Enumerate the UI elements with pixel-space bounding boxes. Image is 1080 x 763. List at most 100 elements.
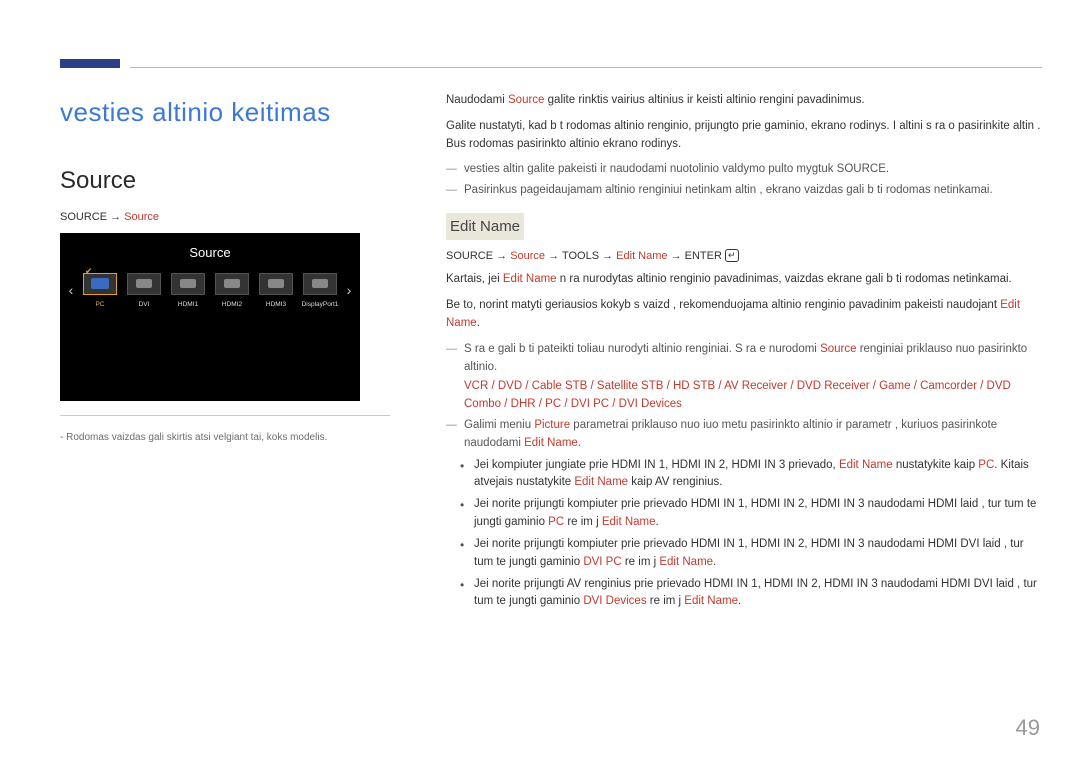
t: DVI Devices bbox=[583, 595, 646, 607]
t: S ra e gali b ti pateikti toliau nurodyt… bbox=[464, 343, 820, 355]
port-icon bbox=[224, 279, 240, 288]
t: HDMI IN 3 bbox=[824, 578, 878, 590]
t: Edit Name bbox=[684, 595, 738, 607]
t: HDMI IN 2 bbox=[764, 578, 818, 590]
para-3: Kartais, jei Edit Name n ra nurodytas al… bbox=[446, 271, 1042, 289]
osd-icon-hdmi1 bbox=[171, 273, 205, 295]
nav-path-edit-name: SOURCE → Source → TOOLS → Edit Name → EN… bbox=[446, 248, 1042, 265]
osd-item-pc[interactable]: ✔ PC bbox=[80, 273, 120, 310]
t: Source bbox=[820, 343, 856, 355]
t: Source bbox=[510, 250, 545, 262]
t: Jei kompiuter jungiate prie HDMI IN 1, H… bbox=[474, 459, 839, 471]
t: Kartais, jei bbox=[446, 273, 503, 285]
t: SOURCE → bbox=[446, 250, 510, 262]
t: Be to, norint matyti geriausios kokyb s … bbox=[446, 299, 1000, 311]
t: Jei norite prijungti AV renginius prie p… bbox=[474, 578, 704, 590]
osd-icon-dp1 bbox=[303, 273, 337, 295]
t: n ra nurodytas altinio renginio pavadini… bbox=[557, 273, 1012, 285]
t: re im j bbox=[647, 595, 685, 607]
page: vesties altinio keitimas Source SOURCE →… bbox=[0, 0, 1080, 763]
page-title: vesties altinio keitimas bbox=[60, 92, 390, 132]
nav-path-source: SOURCE → Source bbox=[60, 209, 390, 226]
osd-item-hdmi2[interactable]: HDMI2 bbox=[212, 273, 252, 310]
osd-icon-hdmi2 bbox=[215, 273, 249, 295]
t: re im j bbox=[564, 516, 602, 528]
para-2: Galite nustatyti, kad b t rodomas altini… bbox=[446, 118, 1042, 154]
footnote-dash: - bbox=[60, 432, 63, 443]
header-accent-block bbox=[60, 59, 120, 68]
t: Edit Name bbox=[524, 437, 578, 449]
source-osd-preview: Source ‹ ✔ PC DVI bbox=[60, 233, 360, 401]
osd-label: HDMI1 bbox=[168, 300, 208, 310]
port-icon bbox=[312, 279, 328, 288]
header-rule bbox=[130, 67, 1042, 68]
t: nustatykite kaip bbox=[893, 459, 979, 471]
osd-arrow-right[interactable]: › bbox=[344, 280, 354, 302]
note-device-list: S ra e gali b ti pateikti toliau nurodyt… bbox=[446, 341, 1042, 414]
osd-item-hdmi3[interactable]: HDMI3 bbox=[256, 273, 296, 310]
t: . bbox=[477, 317, 480, 329]
note-wrong-source: Pasirinkus pageidaujamam altinio rengini… bbox=[446, 182, 1042, 200]
osd-title: Source bbox=[60, 243, 360, 263]
section-heading-source: Source bbox=[60, 162, 390, 199]
t: . bbox=[738, 595, 741, 607]
t: HDMI IN 1 bbox=[704, 578, 758, 590]
footnote-text: Rodomas vaizdas gali skirtis atsi velgia… bbox=[66, 432, 327, 443]
t: Edit Name bbox=[659, 556, 713, 568]
t: Edit Name bbox=[574, 476, 628, 488]
osd-label: HDMI3 bbox=[256, 300, 296, 310]
t: Jei norite prijungti kompiuter prie prie… bbox=[474, 538, 1024, 568]
t: kaip AV renginius. bbox=[628, 476, 722, 488]
osd-arrow-left[interactable]: ‹ bbox=[66, 280, 76, 302]
t: DVI PC bbox=[583, 556, 621, 568]
enter-icon: ↵ bbox=[725, 249, 739, 262]
t: re im j bbox=[622, 556, 660, 568]
t: Naudodami bbox=[446, 94, 508, 106]
t: → ENTER bbox=[668, 250, 725, 262]
t: . bbox=[578, 437, 581, 449]
path-source: Source bbox=[124, 211, 159, 223]
t: . bbox=[656, 516, 659, 528]
osd-label: HDMI2 bbox=[212, 300, 252, 310]
t: → TOOLS → bbox=[545, 250, 616, 262]
check-icon: ✔ bbox=[85, 265, 93, 279]
subheading-edit-name: Edit Name bbox=[446, 213, 524, 240]
osd-icon-hdmi3 bbox=[259, 273, 293, 295]
osd-item-displayport1[interactable]: DisplayPort1 bbox=[300, 273, 340, 310]
bullet-hdmi-cable-pc: Jei norite prijungti kompiuter prie prie… bbox=[446, 496, 1042, 532]
port-icon bbox=[91, 278, 109, 289]
osd-label: DVI bbox=[124, 300, 164, 310]
t: . bbox=[886, 163, 889, 175]
t: Edit Name bbox=[616, 250, 667, 262]
osd-label: DisplayPort1 bbox=[300, 300, 340, 310]
left-footnote: - Rodomas vaizdas gali skirtis atsi velg… bbox=[60, 430, 390, 446]
bullet-hdmi-pc: Jei kompiuter jungiate prie HDMI IN 1, H… bbox=[446, 457, 1042, 493]
t: vesties altin galite pakeisti ir naudoda… bbox=[464, 163, 837, 175]
left-column: vesties altinio keitimas Source SOURCE →… bbox=[60, 92, 390, 615]
t: galite rinktis vairius altinius ir keist… bbox=[544, 94, 864, 106]
para-1: Naudodami Source galite rinktis vairius … bbox=[446, 92, 1042, 110]
t-source: Source bbox=[508, 94, 544, 106]
bullet-av-dvi-devices: Jei norite prijungti AV renginius prie p… bbox=[446, 576, 1042, 612]
osd-icon-pc: ✔ bbox=[83, 273, 117, 295]
t: Picture bbox=[534, 419, 570, 431]
para-4: Be to, norint matyti geriausios kokyb s … bbox=[446, 297, 1042, 333]
path-prefix: SOURCE → bbox=[60, 211, 124, 223]
port-icon bbox=[268, 279, 284, 288]
t: PC bbox=[548, 516, 564, 528]
port-icon bbox=[180, 279, 196, 288]
left-separator bbox=[60, 415, 390, 416]
port-icon bbox=[136, 279, 152, 288]
osd-label: PC bbox=[80, 300, 120, 310]
t: Edit Name bbox=[503, 273, 557, 285]
osd-item-dvi[interactable]: DVI bbox=[124, 273, 164, 310]
osd-row: ‹ ✔ PC DVI HDMI1 bbox=[60, 273, 360, 310]
bullet-hdmi-dvi-pc: Jei norite prijungti kompiuter prie prie… bbox=[446, 536, 1042, 572]
right-column: Naudodami Source galite rinktis vairius … bbox=[446, 92, 1042, 615]
t: Edit Name bbox=[602, 516, 656, 528]
t: Galimi meniu bbox=[464, 419, 534, 431]
t: PC bbox=[978, 459, 994, 471]
osd-item-hdmi1[interactable]: HDMI1 bbox=[168, 273, 208, 310]
device-list: VCR / DVD / Cable STB / Satellite STB / … bbox=[464, 378, 1042, 414]
osd-icon-dvi bbox=[127, 273, 161, 295]
